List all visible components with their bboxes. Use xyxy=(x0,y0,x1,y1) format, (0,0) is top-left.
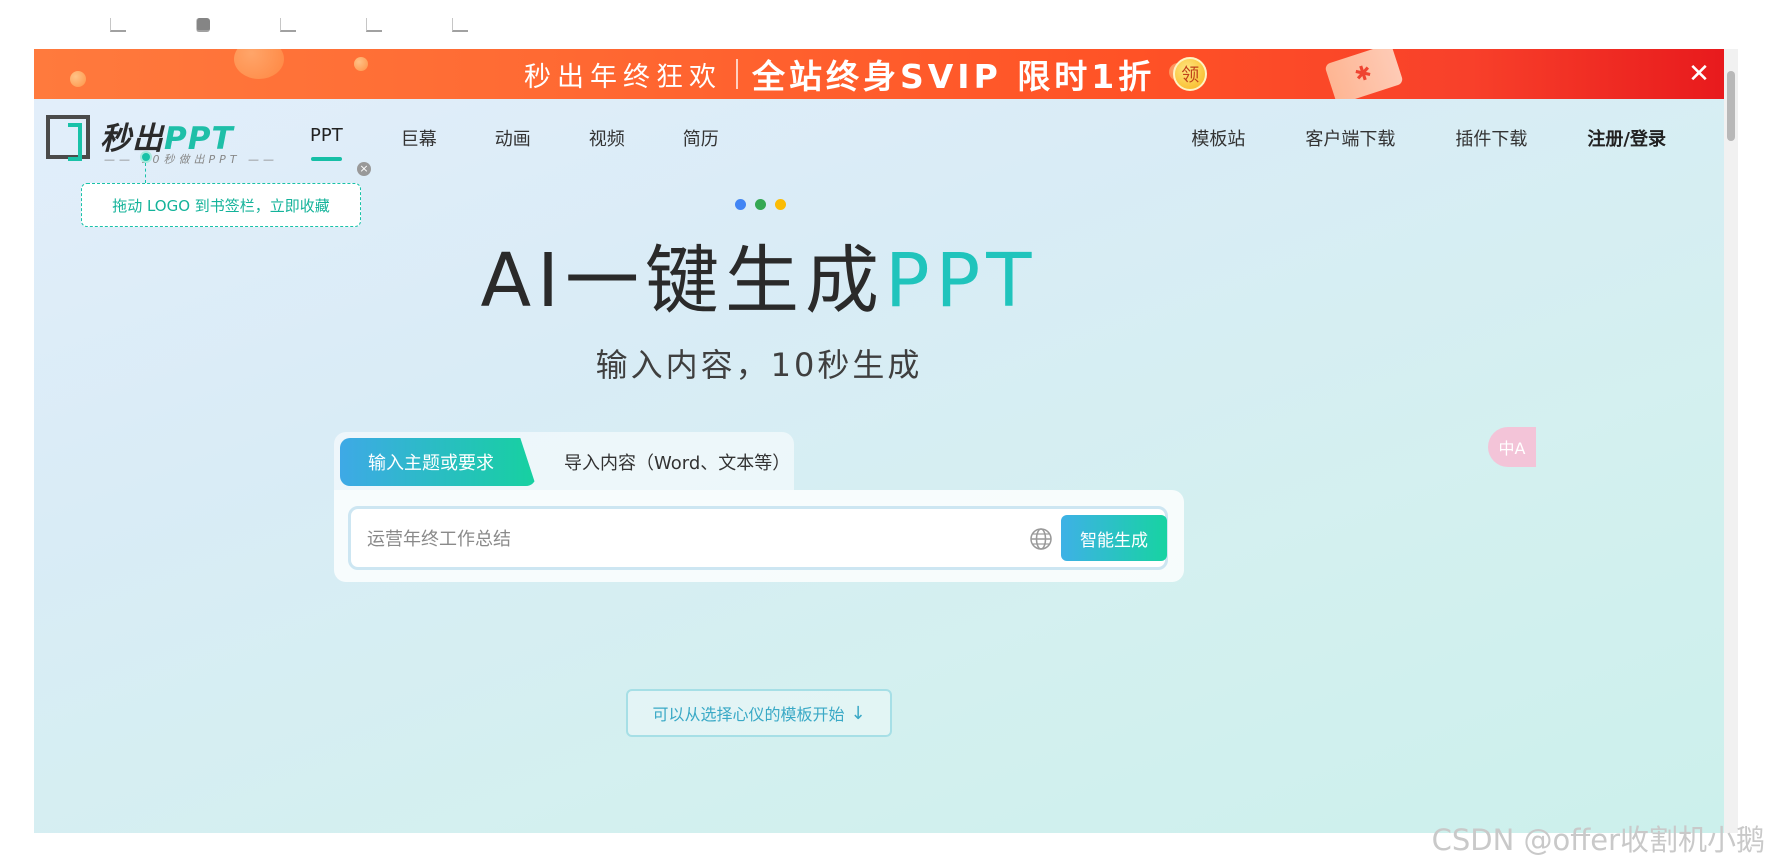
topic-input[interactable] xyxy=(367,523,1007,555)
login-register-link[interactable]: 注册/登录 xyxy=(1587,125,1666,151)
tab-import-content[interactable]: 导入内容（Word、文本等） xyxy=(564,438,790,486)
banner-event-text: 秒出年终狂欢 xyxy=(524,61,722,93)
hero-dots xyxy=(735,199,786,210)
tooltip-close-icon[interactable]: × xyxy=(357,162,371,176)
nav-item-client-download[interactable]: 客户端下载 xyxy=(1305,125,1395,151)
dot-blue xyxy=(735,199,746,210)
input-mode-tabs: 输入主题或要求 导入内容（Word、文本等） xyxy=(334,432,794,490)
template-start-label: 可以从选择心仪的模板开始 xyxy=(652,705,845,724)
hero-subtitle: 输入内容，10秒生成 xyxy=(595,346,923,384)
logo-slogan: —— 10秒做出PPT —— xyxy=(104,153,278,166)
nav-item-ppt[interactable]: PPT xyxy=(310,125,343,161)
banner-text-group: 秒出年终狂欢 全站终身SVIP 限时1折 领 xyxy=(524,49,1208,99)
page-scrollbar[interactable] xyxy=(1724,49,1738,833)
template-start-button[interactable]: 可以从选择心仪的模板开始 ↓ xyxy=(626,689,892,737)
nav-item-video[interactable]: 视频 xyxy=(589,125,625,151)
close-icon[interactable]: ✕ xyxy=(1684,59,1714,89)
globe-icon[interactable] xyxy=(1029,527,1053,551)
hero-title-main: AI一键生成 xyxy=(480,238,885,324)
hero-title-accent: PPT xyxy=(885,238,1038,324)
input-panel: 智能生成 xyxy=(334,490,1184,582)
tab-enter-topic[interactable]: 输入主题或要求 xyxy=(340,438,536,486)
secondary-nav: 模板站 客户端下载 插件下载 注册/登录 xyxy=(1131,125,1666,151)
nav-item-jumu[interactable]: 巨幕 xyxy=(401,125,437,151)
tooltip-connector xyxy=(145,163,146,183)
nav-item-resume[interactable]: 简历 xyxy=(683,125,719,151)
coupon-badge[interactable]: 领 xyxy=(1173,57,1208,91)
nav-item-plugin-download[interactable]: 插件下载 xyxy=(1455,125,1527,151)
primary-nav: PPT 巨幕 动画 视频 简历 xyxy=(310,125,777,161)
banner-separator xyxy=(736,59,738,89)
dot-yellow xyxy=(775,199,786,210)
nav-item-animation[interactable]: 动画 xyxy=(495,125,531,151)
logo-slogan-text: 10秒做出PPT xyxy=(141,153,241,166)
topic-input-wrapper: 智能生成 xyxy=(348,506,1168,570)
translate-icon[interactable]: 中A xyxy=(1488,427,1536,467)
browser-tab-fragments xyxy=(110,18,468,34)
arrow-down-icon: ↓ xyxy=(850,702,866,724)
browser-viewport: 秒出年终狂欢 全站终身SVIP 限时1折 领 ✕ 秒出PPT —— 10秒做出P… xyxy=(34,49,1724,833)
nav-item-template-site[interactable]: 模板站 xyxy=(1191,125,1245,151)
generate-button[interactable]: 智能生成 xyxy=(1061,515,1167,561)
tooltip-pin-icon xyxy=(140,151,152,163)
logo-mark-icon xyxy=(46,115,90,161)
csdn-watermark: CSDN @offer收割机小鹅 xyxy=(1431,823,1765,857)
promo-banner[interactable]: 秒出年终狂欢 全站终身SVIP 限时1折 领 ✕ xyxy=(34,49,1724,99)
ticket-decoration xyxy=(1324,49,1404,99)
scrollbar-thumb[interactable] xyxy=(1727,71,1735,141)
hero-title: AI一键生成PPT xyxy=(34,221,1484,328)
banner-offer-text: 全站终身SVIP 限时1折 xyxy=(752,57,1156,96)
screenshot-stage: 秒出年终狂欢 全站终身SVIP 限时1折 领 ✕ 秒出PPT —— 10秒做出P… xyxy=(0,0,1771,865)
dot-green xyxy=(755,199,766,210)
